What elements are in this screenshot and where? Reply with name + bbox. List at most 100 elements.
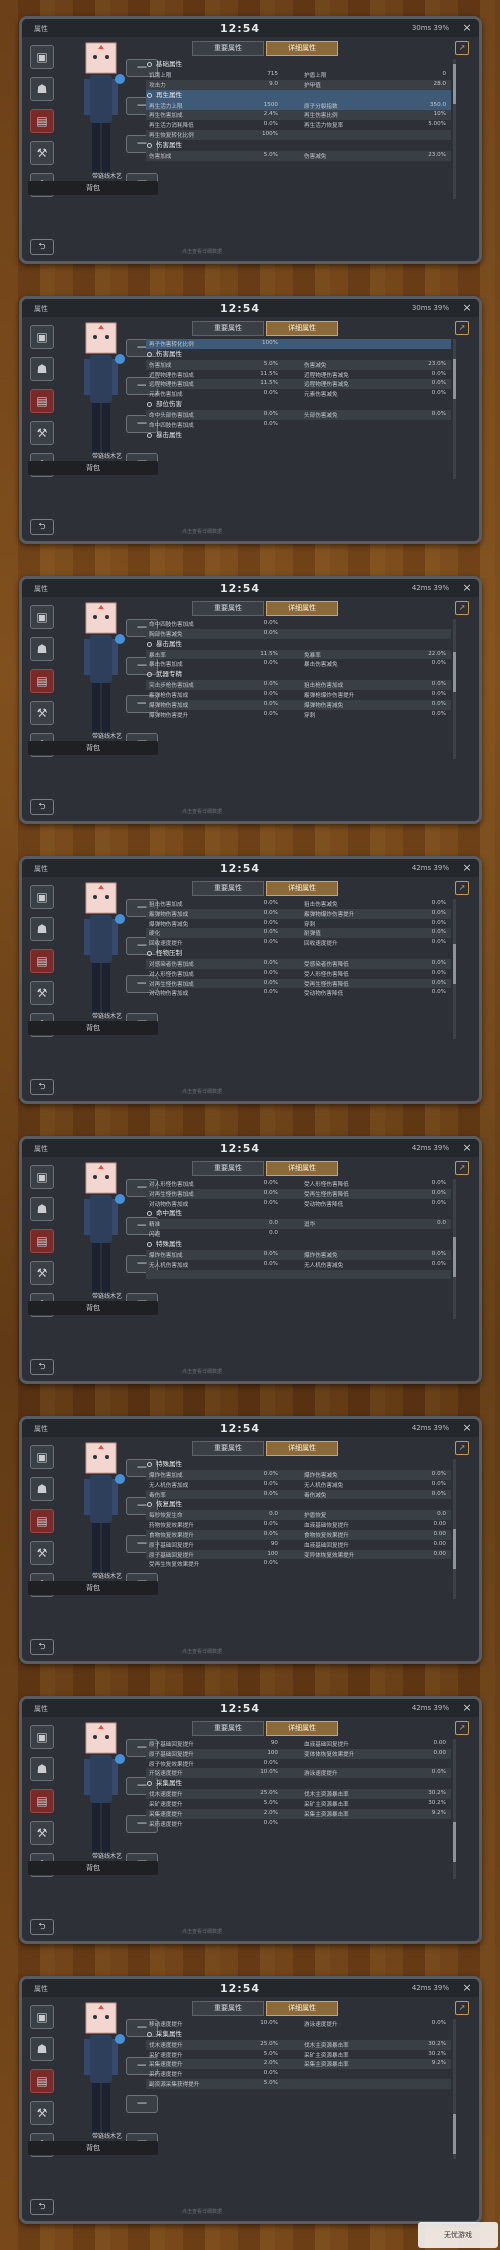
equipment-slot[interactable]: ▣ <box>30 1445 54 1469</box>
equipment-slot[interactable]: ☗ <box>30 2037 54 2061</box>
equipment-slot[interactable]: ☗ <box>30 1197 54 1221</box>
tab-detailed-attributes[interactable]: 详细属性 <box>266 601 338 616</box>
tab-detailed-attributes[interactable]: 详细属性 <box>266 1161 338 1176</box>
tab-detailed-attributes[interactable]: 详细属性 <box>266 41 338 56</box>
tab-important-attributes[interactable]: 重要属性 <box>192 1441 264 1456</box>
back-button[interactable]: ⮌ <box>30 239 54 255</box>
scrollbar[interactable] <box>453 1739 456 1879</box>
share-icon[interactable]: ↗ <box>455 1441 469 1455</box>
scrollbar[interactable] <box>453 619 456 759</box>
tab-important-attributes[interactable]: 重要属性 <box>192 601 264 616</box>
equipment-slot[interactable]: ☗ <box>30 917 54 941</box>
backpack-button[interactable]: 背包 <box>28 741 158 755</box>
attribute-value: 0.0% <box>263 959 278 966</box>
tab-important-attributes[interactable]: 重要属性 <box>192 1161 264 1176</box>
back-button[interactable]: ⮌ <box>30 2199 54 2215</box>
tab-detailed-attributes[interactable]: 详细属性 <box>266 1441 338 1456</box>
equipment-slot[interactable]: ▣ <box>30 2005 54 2029</box>
close-button[interactable]: × <box>461 1142 473 1154</box>
equipment-slot[interactable]: ☗ <box>30 637 54 661</box>
close-button[interactable]: × <box>461 862 473 874</box>
share-icon[interactable]: ↗ <box>455 1721 469 1735</box>
scrollbar-thumb[interactable] <box>453 1822 456 1862</box>
tab-detailed-attributes[interactable]: 详细属性 <box>266 881 338 896</box>
backpack-button[interactable]: 背包 <box>28 1301 158 1315</box>
equipment-slot[interactable]: ▣ <box>30 1165 54 1189</box>
back-button[interactable]: ⮌ <box>30 519 54 535</box>
equipment-slot[interactable]: ⚒ <box>30 2101 54 2125</box>
equipment-slot[interactable]: ⚒ <box>30 1821 54 1845</box>
scrollbar-thumb[interactable] <box>453 2114 456 2154</box>
tab-detailed-attributes[interactable]: 详细属性 <box>266 2001 338 2016</box>
scrollbar-thumb[interactable] <box>453 64 456 104</box>
close-button[interactable]: × <box>461 302 473 314</box>
scrollbar-thumb[interactable] <box>453 944 456 984</box>
scrollbar[interactable] <box>453 2019 456 2159</box>
tab-detailed-attributes[interactable]: 详细属性 <box>266 1721 338 1736</box>
attribute-name: 伐木速度提升 <box>149 1792 183 1799</box>
scrollbar-thumb[interactable] <box>453 652 456 692</box>
scrollbar-thumb[interactable] <box>453 1529 456 1569</box>
equipment-slot[interactable]: ☗ <box>30 357 54 381</box>
equipment-slot[interactable]: ▤ <box>30 2069 54 2093</box>
equipment-slot[interactable]: ▤ <box>30 669 54 693</box>
scrollbar[interactable] <box>453 59 456 199</box>
equipment-slot[interactable]: ▣ <box>30 605 54 629</box>
equipment-slot[interactable]: ⚒ <box>30 1261 54 1285</box>
equipment-slot[interactable]: ⚒ <box>30 981 54 1005</box>
equipment-slot[interactable]: ⚒ <box>30 421 54 445</box>
share-icon[interactable]: ↗ <box>455 2001 469 2015</box>
close-button[interactable]: × <box>461 1422 473 1434</box>
share-icon[interactable]: ↗ <box>455 881 469 895</box>
equipment-slot[interactable]: ▤ <box>30 389 54 413</box>
scrollbar[interactable] <box>453 339 456 479</box>
backpack-button[interactable]: 背包 <box>28 1861 158 1875</box>
close-button[interactable]: × <box>461 1702 473 1714</box>
backpack-button[interactable]: 背包 <box>28 2141 158 2155</box>
close-button[interactable]: × <box>461 22 473 34</box>
scrollbar-thumb[interactable] <box>453 359 456 399</box>
equipment-slot[interactable]: ▣ <box>30 885 54 909</box>
tab-important-attributes[interactable]: 重要属性 <box>192 41 264 56</box>
equipment-slot[interactable]: ▣ <box>30 45 54 69</box>
backpack-button[interactable]: 背包 <box>28 461 158 475</box>
close-button[interactable]: × <box>461 1982 473 1994</box>
tab-important-attributes[interactable]: 重要属性 <box>192 1721 264 1736</box>
attribute-value: 0.0% <box>263 1199 278 1206</box>
scrollbar[interactable] <box>453 899 456 1039</box>
close-button[interactable]: × <box>461 582 473 594</box>
back-button[interactable]: ⮌ <box>30 799 54 815</box>
attribute-name: 无人机伤害加成 <box>149 1482 189 1489</box>
backpack-button[interactable]: 背包 <box>28 1021 158 1035</box>
equipment-slot[interactable]: ▤ <box>30 1229 54 1253</box>
tab-detailed-attributes[interactable]: 详细属性 <box>266 321 338 336</box>
scrollbar[interactable] <box>453 1459 456 1599</box>
equipment-slot[interactable]: ☗ <box>30 77 54 101</box>
back-button[interactable]: ⮌ <box>30 1639 54 1655</box>
equipment-slot[interactable]: ▤ <box>30 1509 54 1533</box>
equipment-slot[interactable]: ☗ <box>30 1477 54 1501</box>
share-icon[interactable]: ↗ <box>455 321 469 335</box>
equipment-slot[interactable]: ▣ <box>30 325 54 349</box>
backpack-button[interactable]: 背包 <box>28 181 158 195</box>
equipment-slot[interactable]: ⚒ <box>30 1541 54 1565</box>
equipment-slot[interactable]: ⚒ <box>30 141 54 165</box>
equipment-slot[interactable]: ▤ <box>30 1789 54 1813</box>
backpack-button[interactable]: 背包 <box>28 1581 158 1595</box>
back-button[interactable]: ⮌ <box>30 1359 54 1375</box>
share-icon[interactable]: ↗ <box>455 601 469 615</box>
back-button[interactable]: ⮌ <box>30 1919 54 1935</box>
back-button[interactable]: ⮌ <box>30 1079 54 1095</box>
equipment-slot[interactable]: ▣ <box>30 1725 54 1749</box>
share-icon[interactable]: ↗ <box>455 1161 469 1175</box>
equipment-slot[interactable]: ⚒ <box>30 701 54 725</box>
equipment-slot[interactable]: ▤ <box>30 109 54 133</box>
scrollbar-thumb[interactable] <box>453 1237 456 1277</box>
equipment-slot[interactable]: ☗ <box>30 1757 54 1781</box>
tab-important-attributes[interactable]: 重要属性 <box>192 321 264 336</box>
scrollbar[interactable] <box>453 1179 456 1319</box>
equipment-slot[interactable]: ▤ <box>30 949 54 973</box>
share-icon[interactable]: ↗ <box>455 41 469 55</box>
tab-important-attributes[interactable]: 重要属性 <box>192 881 264 896</box>
tab-important-attributes[interactable]: 重要属性 <box>192 2001 264 2016</box>
